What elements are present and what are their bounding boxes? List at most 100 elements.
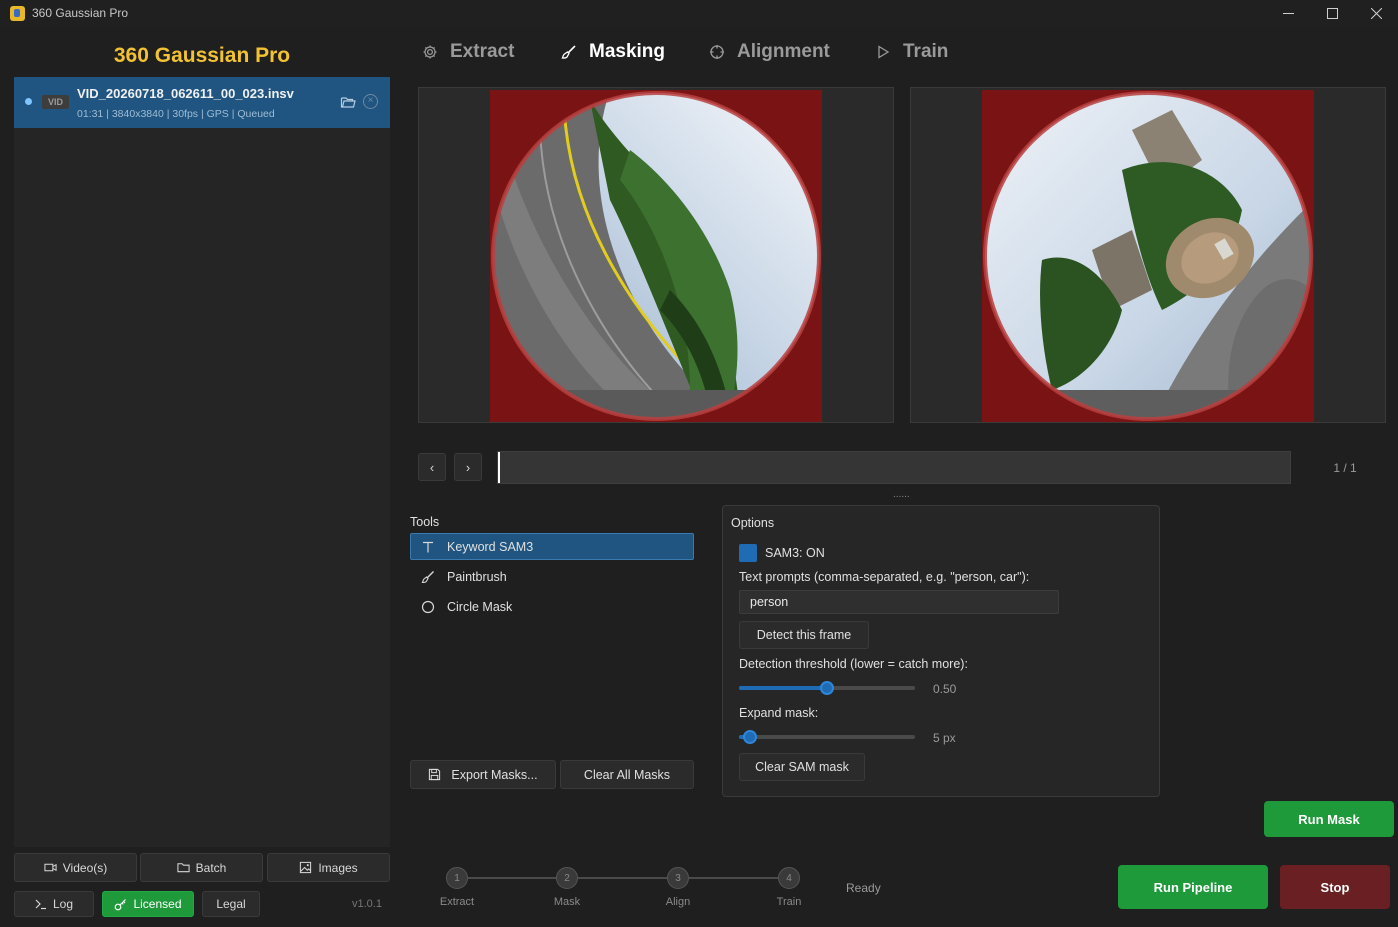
log-button[interactable]: Log — [14, 891, 94, 917]
remove-file-icon[interactable]: × — [363, 94, 378, 109]
expand-mask-slider[interactable] — [739, 730, 915, 744]
circle-icon — [421, 600, 435, 613]
next-frame-button[interactable]: › — [454, 453, 482, 481]
run-mask-button[interactable]: Run Mask — [1264, 801, 1394, 837]
detect-frame-button[interactable]: Detect this frame — [739, 621, 869, 649]
step-label-extract: Extract — [439, 896, 475, 908]
expand-mask-value: 5 px — [933, 731, 956, 745]
threshold-value: 0.50 — [933, 682, 957, 696]
splitter-handle[interactable]: ...... — [893, 489, 910, 500]
folder-icon — [177, 863, 190, 873]
minimize-button[interactable] — [1266, 0, 1311, 27]
step-circle-mask: 2 — [556, 867, 578, 889]
file-list: VID VID_20260718_062611_00_023.insv 01:3… — [14, 77, 390, 847]
tool-paintbrush[interactable]: Paintbrush — [410, 563, 694, 590]
tab-extract[interactable]: Extract — [422, 38, 514, 66]
sam3-checkbox[interactable] — [739, 544, 757, 562]
crosshair-icon — [710, 45, 724, 59]
masked-image-panel — [910, 87, 1386, 423]
tab-alignment[interactable]: Alignment — [709, 38, 830, 66]
tab-extract-label: Extract — [450, 41, 515, 62]
close-icon — [1371, 8, 1382, 19]
file-type-badge: VID — [42, 95, 69, 109]
file-meta: 01:31 | 3840x3840 | 30fps | GPS | Queued — [77, 108, 275, 120]
step-connector — [468, 877, 557, 879]
tool-paintbrush-label: Paintbrush — [447, 569, 507, 584]
minimize-icon — [1283, 13, 1294, 14]
close-button[interactable] — [1354, 0, 1398, 27]
sam3-toggle-label: SAM3: ON — [765, 546, 825, 560]
terminal-icon — [35, 899, 46, 910]
tab-train[interactable]: Train — [875, 38, 948, 66]
save-icon — [429, 768, 441, 781]
gear-icon — [423, 45, 437, 59]
export-masks-label: Export Masks... — [451, 767, 538, 782]
key-icon — [115, 898, 127, 910]
step-circle-align: 3 — [667, 867, 689, 889]
images-label: Images — [318, 860, 358, 875]
fisheye-image-right — [983, 91, 1313, 421]
tool-keyword-sam3-label: Keyword SAM3 — [447, 539, 534, 554]
clear-all-masks-button[interactable]: Clear All Masks — [560, 760, 694, 789]
export-masks-button[interactable]: Export Masks... — [410, 760, 556, 789]
licensed-label: Licensed — [133, 897, 182, 911]
step-circle-extract: 1 — [446, 867, 468, 889]
threshold-slider-fill — [739, 686, 827, 690]
tab-masking-label: Masking — [589, 41, 666, 62]
frame-timeline[interactable] — [497, 451, 1291, 484]
legal-button[interactable]: Legal — [202, 891, 260, 917]
step-label-align: Align — [665, 896, 691, 908]
image-icon — [300, 861, 312, 874]
tool-circle-mask[interactable]: Circle Mask — [410, 593, 694, 620]
window-title: 360 Gaussian Pro — [32, 6, 129, 20]
clear-sam-mask-button[interactable]: Clear SAM mask — [739, 753, 865, 781]
maximize-button[interactable] — [1310, 0, 1355, 27]
batch-label: Batch — [195, 860, 227, 875]
step-connector — [578, 877, 668, 879]
threshold-label: Detection threshold (lower = catch more)… — [739, 657, 968, 671]
licensed-button[interactable]: Licensed — [102, 891, 194, 917]
title-bar: 360 Gaussian Pro — [0, 0, 1398, 27]
options-heading: Options — [731, 516, 775, 530]
tab-masking[interactable]: Masking — [561, 38, 665, 66]
file-name: VID_20260718_062611_00_023.insv — [77, 86, 294, 101]
images-button[interactable]: Images — [267, 853, 390, 882]
masked-frame-left — [490, 90, 822, 422]
timeline-cursor[interactable] — [498, 452, 500, 483]
text-prompts-input[interactable] — [739, 590, 1059, 614]
tools-heading: Tools — [410, 515, 440, 529]
batch-button[interactable]: Batch — [140, 853, 263, 882]
threshold-slider[interactable] — [739, 681, 915, 695]
step-connector — [689, 877, 779, 879]
file-list-item[interactable]: VID VID_20260718_062611_00_023.insv 01:3… — [14, 77, 390, 128]
log-label: Log — [52, 897, 74, 911]
open-folder-icon[interactable] — [340, 94, 356, 110]
expand-mask-label: Expand mask: — [739, 706, 819, 720]
fisheye-image-left — [491, 91, 821, 421]
expand-slider-handle[interactable] — [742, 730, 757, 744]
step-label-mask: Mask — [553, 896, 581, 908]
brand-title: 360 Gaussian Pro — [113, 44, 291, 67]
add-videos-button[interactable]: Video(s) — [14, 853, 137, 882]
status-dot — [25, 98, 32, 105]
tool-circle-mask-label: Circle Mask — [447, 599, 513, 614]
pipeline-status: Ready — [846, 881, 881, 895]
threshold-slider-handle[interactable] — [820, 681, 834, 695]
clear-all-masks-label: Clear All Masks — [583, 767, 671, 782]
text-icon — [423, 541, 433, 552]
frame-counter: 1 / 1 — [1333, 461, 1357, 475]
stop-button[interactable]: Stop — [1280, 865, 1390, 909]
video-icon — [44, 863, 57, 872]
original-image-panel — [418, 87, 894, 423]
maximize-icon — [1327, 8, 1338, 19]
version-label: v1.0.1 — [352, 898, 382, 910]
app-icon — [10, 6, 25, 21]
tool-keyword-sam3[interactable]: Keyword SAM3 — [410, 533, 694, 560]
run-pipeline-button[interactable]: Run Pipeline — [1118, 865, 1268, 909]
options-panel: Options SAM3: ON Text prompts (comma-sep… — [722, 505, 1160, 797]
text-prompts-label: Text prompts (comma-separated, e.g. "per… — [739, 570, 1030, 584]
prev-frame-button[interactable]: ‹ — [418, 453, 446, 481]
step-circle-train: 4 — [778, 867, 800, 889]
masked-frame-right — [982, 90, 1314, 422]
videos-label: Video(s) — [62, 860, 108, 875]
